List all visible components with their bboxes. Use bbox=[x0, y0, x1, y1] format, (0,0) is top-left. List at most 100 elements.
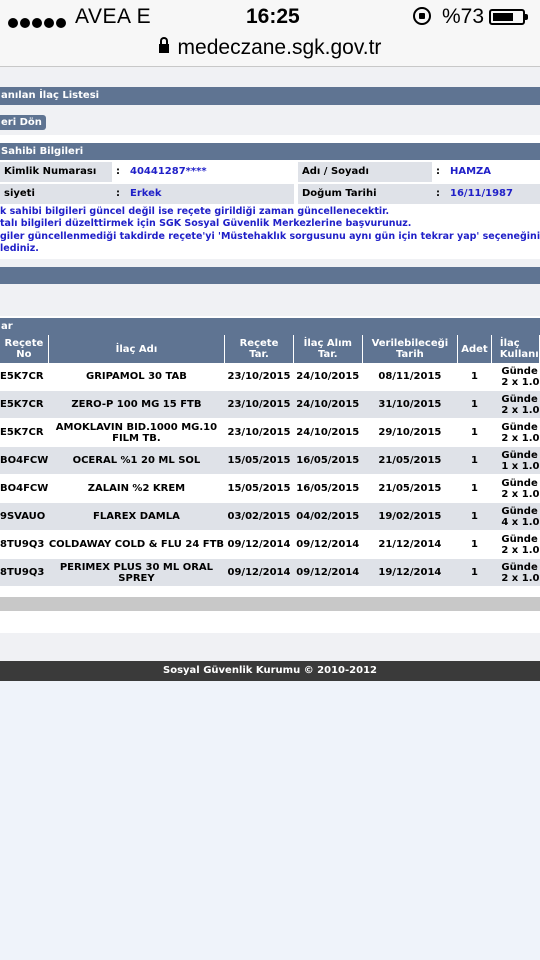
buy-date-cell: 04/02/2015 bbox=[293, 502, 363, 531]
next-date-cell: 19/02/2015 bbox=[362, 502, 458, 531]
drug-name-cell: PERIMEX PLUS 30 ML ORAL SPREY bbox=[48, 558, 225, 587]
rx-date-cell: 03/02/2015 bbox=[224, 502, 294, 531]
colon: : bbox=[116, 166, 120, 177]
rx-no-cell: E5K7CR bbox=[0, 390, 49, 419]
usage-cell: Günde 2 x 1.0 bbox=[491, 530, 540, 559]
holder-row-1: Kimlik Numarası :40441287**** Adı / Soya… bbox=[0, 162, 540, 197]
usage-cell: Günde 1 x 1.0 bbox=[491, 446, 540, 475]
rx-date-cell: 23/10/2015 bbox=[224, 363, 294, 391]
buy-date-cell: 09/12/2014 bbox=[293, 558, 363, 587]
qty-cell: 1 bbox=[457, 390, 492, 419]
carrier-name: AVEA E bbox=[75, 5, 152, 28]
usage-cell: Günde 4 x 1.0 bbox=[491, 502, 540, 531]
usage-cell: Günde 2 x 1.0 bbox=[491, 363, 540, 391]
rx-date-cell: 09/12/2014 bbox=[224, 530, 294, 559]
qty-cell: 1 bbox=[457, 363, 492, 391]
usage-cell: Günde 2 x 1.0 bbox=[491, 418, 540, 447]
url-text[interactable]: medeczane.sgk.gov.tr bbox=[178, 36, 382, 59]
next-date-cell: 31/10/2015 bbox=[362, 390, 458, 419]
buy-date-cell: 16/05/2015 bbox=[293, 446, 363, 475]
qty-cell: 1 bbox=[457, 418, 492, 447]
rx-no-cell: BO4FCW bbox=[0, 474, 49, 503]
next-date-cell: 21/05/2015 bbox=[362, 446, 458, 475]
buy-date-cell: 24/10/2015 bbox=[293, 390, 363, 419]
spacer bbox=[0, 259, 540, 267]
col-next-date[interactable]: Verilebileceği Tarih bbox=[362, 335, 459, 363]
buy-date-cell: 24/10/2015 bbox=[293, 418, 363, 447]
drug-name-cell: GRIPAMOL 30 TAB bbox=[48, 363, 225, 391]
colon: : bbox=[436, 166, 440, 177]
table-row: E5K7CR AMOKLAVIN BID.1000 MG.10 FILM TB. 2… bbox=[0, 418, 540, 447]
buy-date-cell: 09/12/2014 bbox=[293, 530, 363, 559]
table-row: 9SVAUO FLAREX DAMLA 03/02/2015 04/02/2015 19… bbox=[0, 502, 540, 531]
top-spacer bbox=[0, 67, 540, 87]
qty-cell: 1 bbox=[457, 474, 492, 503]
colon: : bbox=[116, 188, 120, 199]
name-label: Adı / Soyadı bbox=[298, 162, 432, 182]
rx-no-cell: E5K7CR bbox=[0, 418, 49, 447]
id-label: Kimlik Numarası bbox=[0, 162, 112, 182]
rx-no-cell: 8TU9Q3 bbox=[0, 558, 49, 587]
note-line: giler güncellenmediği takdirde reçete'yi… bbox=[0, 230, 540, 242]
rx-date-cell: 15/05/2015 bbox=[224, 474, 294, 503]
buy-date-cell: 16/05/2015 bbox=[293, 474, 363, 503]
usage-cell: Günde 2 x 1.0 bbox=[491, 390, 540, 419]
rotation-lock-icon bbox=[413, 7, 431, 25]
table-row: E5K7CR GRIPAMOL 30 TAB 23/10/2015 24/10/201… bbox=[0, 363, 540, 391]
info-notes: k sahibi bilgileri güncel değil ise reçe… bbox=[0, 206, 540, 256]
drug-name-cell: FLAREX DAMLA bbox=[48, 502, 225, 531]
usage-cell: Günde 2 x 1.0 bbox=[491, 558, 540, 587]
table-header: Reçete No İlaç Adı Reçete Tar. İlaç Alım Ta… bbox=[0, 335, 540, 363]
table-row: 8TU9Q3 PERIMEX PLUS 30 ML ORAL SPREY 09/12… bbox=[0, 558, 540, 587]
table-bottom-bar bbox=[0, 597, 540, 611]
section-title: anılan İlaç Listesi bbox=[0, 87, 540, 105]
spacer bbox=[0, 611, 540, 633]
signal-strength-icon bbox=[8, 10, 68, 34]
qty-cell: 1 bbox=[457, 558, 492, 587]
col-usage[interactable]: İlaç Kullanı bbox=[491, 335, 540, 363]
drug-name-cell: ZALAIN %2 KREM bbox=[48, 474, 225, 503]
holder-row-2: siyeti : Erkek Doğum Tarihi :16/11/1987 bbox=[0, 184, 540, 204]
dob-label: Doğum Tarihi bbox=[298, 184, 432, 204]
rx-date-cell: 23/10/2015 bbox=[224, 418, 294, 447]
next-date-cell: 08/11/2015 bbox=[362, 363, 458, 391]
rx-date-cell: 09/12/2014 bbox=[224, 558, 294, 587]
drugs-table: Reçete No İlaç Adı Reçete Tar. İlaç Alım Ta… bbox=[0, 335, 540, 587]
col-drug-name[interactable]: İlaç Adı bbox=[48, 335, 226, 363]
gender-value: Erkek bbox=[130, 188, 162, 199]
rx-date-cell: 23/10/2015 bbox=[224, 390, 294, 419]
drug-name-cell: COLDAWAY COLD & FLU 24 FTB bbox=[48, 530, 225, 559]
qty-cell: 1 bbox=[457, 502, 492, 531]
qty-cell: 1 bbox=[457, 446, 492, 475]
status-bar: AVEA E 16:25 %73 bbox=[0, 0, 540, 34]
next-date-cell: 29/10/2015 bbox=[362, 418, 458, 447]
table-row: BO4FCW OCERAL %1 20 ML SOL 15/05/2015 16/05… bbox=[0, 446, 540, 475]
drug-name-cell: OCERAL %1 20 ML SOL bbox=[48, 446, 225, 475]
buy-date-cell: 24/10/2015 bbox=[293, 363, 363, 391]
toolbar-area bbox=[0, 105, 540, 135]
next-date-cell: 21/05/2015 bbox=[362, 474, 458, 503]
table-row: BO4FCW ZALAIN %2 KREM 15/05/2015 16/05/2015… bbox=[0, 474, 540, 503]
col-qty[interactable]: Adet bbox=[457, 335, 492, 363]
back-button[interactable]: eri Dön bbox=[0, 115, 46, 130]
drug-name-cell: AMOKLAVIN BID.1000 MG.10 FILM TB. bbox=[48, 418, 225, 447]
footer: Sosyal Güvenlik Kurumu © 2010-2012 bbox=[0, 661, 540, 681]
page-background bbox=[0, 681, 540, 960]
col-buy-date[interactable]: İlaç Alım Tar. bbox=[293, 335, 363, 363]
spacer bbox=[0, 284, 540, 316]
note-line: talı bilgileri düzelttirmek için SGK Sos… bbox=[0, 218, 412, 230]
address-bar[interactable]: medeczane.sgk.gov.tr bbox=[0, 34, 540, 67]
rx-no-cell: E5K7CR bbox=[0, 363, 49, 391]
battery-percent: %73 bbox=[442, 5, 485, 28]
rx-no-cell: 9SVAUO bbox=[0, 502, 49, 531]
empty-section-bar bbox=[0, 267, 540, 284]
note-line: lediniz. bbox=[0, 243, 39, 255]
col-rx-date[interactable]: Reçete Tar. bbox=[224, 335, 294, 363]
drug-name-cell: ZERO-P 100 MG 15 FTB bbox=[48, 390, 225, 419]
rx-no-cell: BO4FCW bbox=[0, 446, 49, 475]
drugs-title: ar bbox=[0, 318, 540, 335]
next-date-cell: 19/12/2014 bbox=[362, 558, 458, 587]
colon: : bbox=[436, 188, 440, 199]
col-rx-no[interactable]: Reçete No bbox=[0, 335, 49, 363]
battery-icon bbox=[489, 9, 528, 25]
